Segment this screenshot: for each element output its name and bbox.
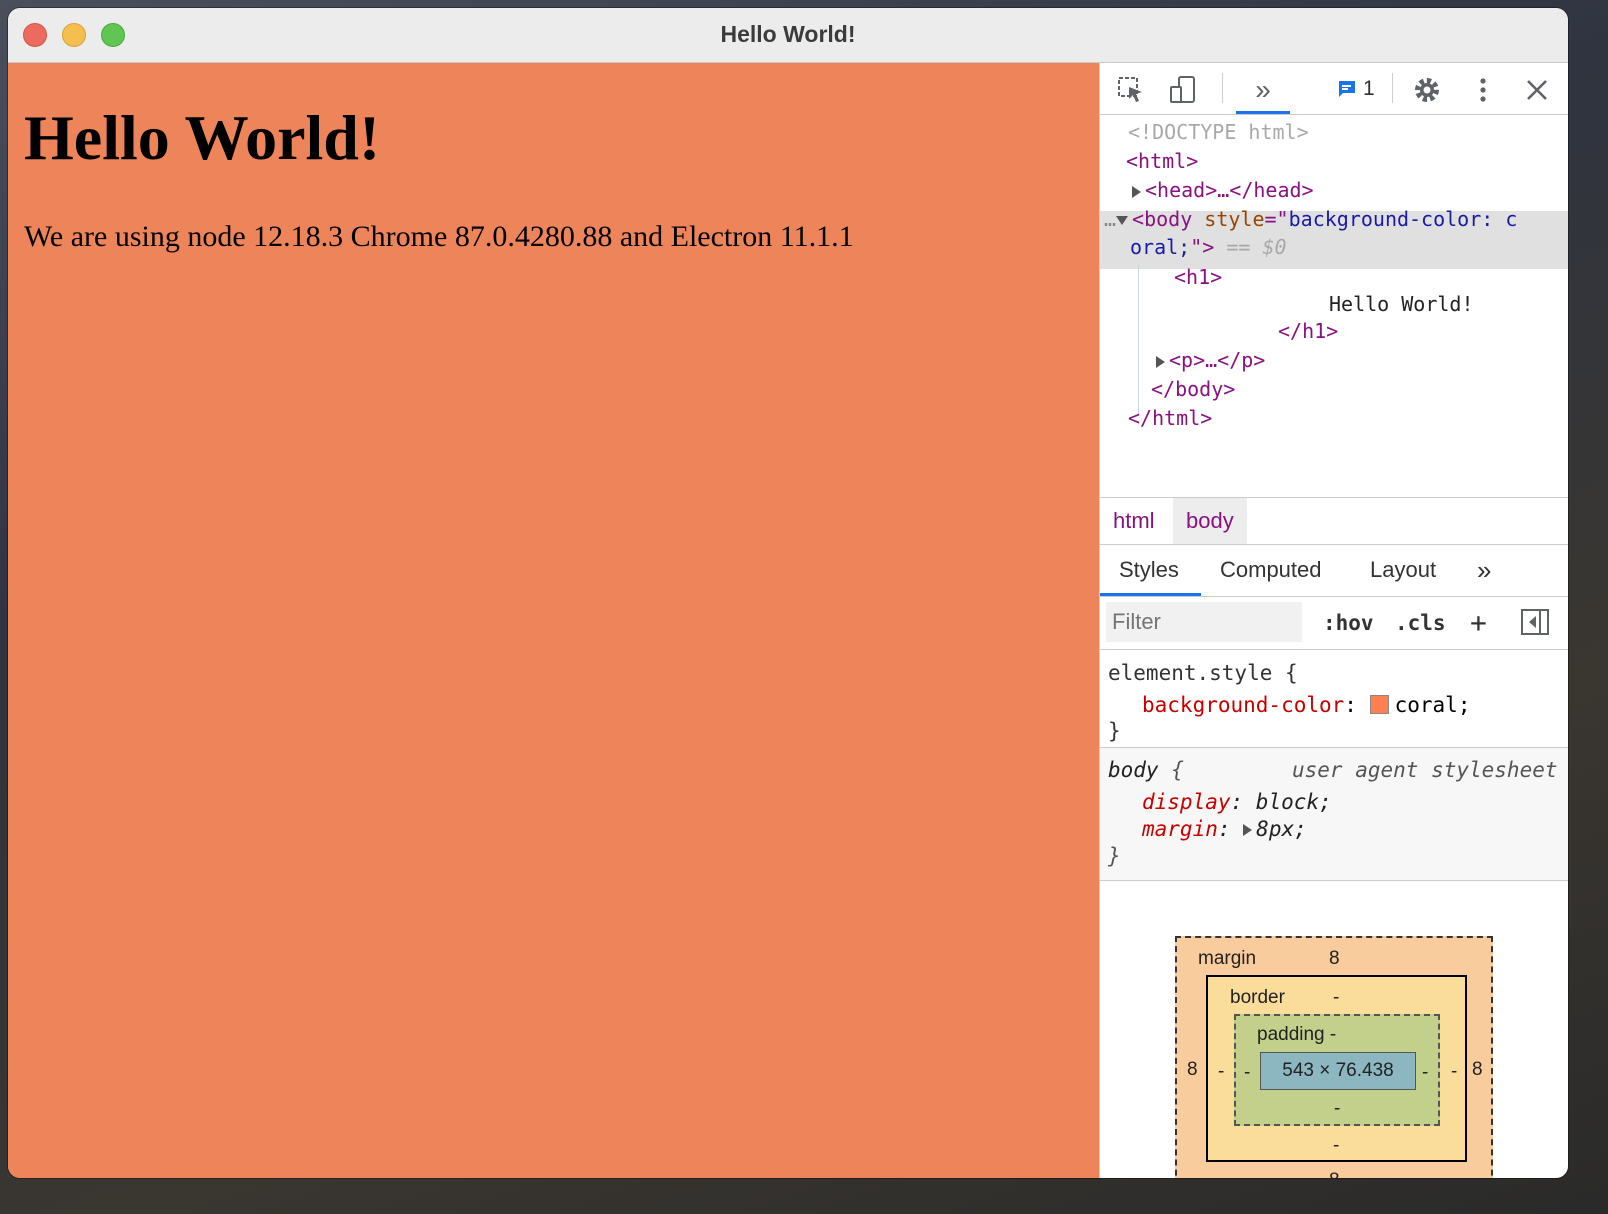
close-icon[interactable]: [1522, 75, 1552, 105]
dom-h1-open[interactable]: <h1>: [1174, 263, 1222, 291]
tab-styles[interactable]: Styles: [1119, 544, 1179, 596]
filter-input[interactable]: [1106, 602, 1302, 642]
title-bar: Hello World!: [8, 8, 1568, 63]
margin-right-value[interactable]: 8: [1472, 1059, 1483, 1081]
styles-filter-bar: :hov .cls +: [1100, 597, 1568, 650]
margin-left-value[interactable]: 8: [1187, 1059, 1198, 1081]
breadcrumb-html[interactable]: html: [1100, 498, 1168, 544]
box-model-padding: padding - - - - 543 × 76.438: [1234, 1014, 1440, 1126]
collapse-triangle-icon[interactable]: [1116, 216, 1129, 225]
margin-label: margin: [1198, 948, 1257, 969]
rule-selector: element.style {: [1108, 661, 1298, 685]
rule-close: }: [1108, 719, 1121, 743]
devtools-panel: » 1 <!DOCTYPE html> <html> <head>…</head…: [1099, 63, 1568, 1178]
expand-triangle-icon[interactable]: [1243, 824, 1253, 836]
border-label: border: [1230, 987, 1285, 1008]
margin-bottom-value[interactable]: 8: [1329, 1170, 1340, 1178]
hov-button[interactable]: :hov: [1323, 597, 1374, 649]
inspect-icon[interactable]: [1116, 75, 1146, 105]
dom-html-close[interactable]: </html>: [1128, 404, 1212, 432]
border-right-value[interactable]: -: [1451, 1061, 1457, 1083]
breadcrumb-body[interactable]: body: [1173, 498, 1247, 544]
dom-body-node[interactable]: … <body style="background-color: c: [1104, 205, 1517, 233]
dom-head-node[interactable]: <head>…</head>: [1132, 176, 1314, 204]
expand-triangle-icon[interactable]: [1156, 355, 1165, 368]
rule-declaration-margin: margin: 8px;: [1142, 817, 1307, 841]
elements-tree: <!DOCTYPE html> <html> <head>…</head> … <…: [1100, 115, 1568, 497]
padding-right-value[interactable]: -: [1422, 1062, 1428, 1084]
more-tabs-icon[interactable]: »: [1248, 74, 1278, 105]
breadcrumb: html body: [1100, 497, 1568, 545]
devtools-toolbar: » 1: [1100, 63, 1568, 115]
page-paragraph: We are using node 12.18.3 Chrome 87.0.42…: [24, 220, 854, 253]
color-swatch[interactable]: [1369, 695, 1389, 714]
border-top-value[interactable]: -: [1333, 987, 1339, 1009]
user-agent-body-rule: body { user agent stylesheet display: bl…: [1100, 748, 1568, 881]
toggle-sidebar-icon[interactable]: [1520, 607, 1550, 637]
margin-top-value[interactable]: 8: [1329, 948, 1340, 970]
tab-layout[interactable]: Layout: [1370, 544, 1436, 596]
message-count: 1: [1363, 77, 1375, 100]
rule-source[interactable]: user agent stylesheet: [1292, 756, 1558, 784]
app-window: Hello World! Hello World! We are using n…: [8, 8, 1568, 1178]
dom-body-close[interactable]: </body>: [1151, 375, 1235, 403]
box-model-border: border - - - - padding - - - - 543 × 76.…: [1206, 975, 1467, 1162]
expand-triangle-icon[interactable]: [1132, 185, 1141, 198]
box-model-content-size[interactable]: 543 × 76.438: [1260, 1052, 1416, 1090]
messages-icon: [1339, 81, 1355, 97]
padding-bottom-value[interactable]: -: [1334, 1098, 1340, 1120]
page-heading: Hello World!: [24, 102, 381, 173]
rule-close: }: [1108, 844, 1121, 868]
border-left-value[interactable]: -: [1218, 1061, 1224, 1083]
dom-h1-close[interactable]: </h1>: [1278, 317, 1338, 345]
box-model-margin: margin 8 8 8 8 border - - - - padding - …: [1175, 936, 1493, 1178]
device-toggle-icon[interactable]: [1168, 75, 1198, 105]
padding-label[interactable]: padding -: [1257, 1024, 1336, 1046]
dom-p-node[interactable]: <p>…</p>: [1156, 346, 1265, 374]
kebab-menu-icon[interactable]: [1468, 75, 1498, 105]
padding-left-value[interactable]: -: [1244, 1062, 1250, 1084]
element-style-rule: element.style { background-color: coral;…: [1100, 651, 1568, 748]
gear-icon[interactable]: [1412, 75, 1442, 105]
page-viewport: Hello World! We are using node 12.18.3 C…: [8, 63, 1099, 1178]
add-rule-button[interactable]: +: [1470, 597, 1487, 649]
tab-computed[interactable]: Computed: [1220, 544, 1322, 596]
window-title: Hello World!: [720, 21, 856, 47]
messages-counter[interactable]: 1: [1337, 76, 1375, 102]
styles-tabs: Styles Computed Layout »: [1100, 544, 1568, 597]
dom-body-node-continued[interactable]: oral;"> == $0: [1130, 233, 1287, 261]
dom-h1-text[interactable]: Hello World!: [1329, 290, 1474, 318]
border-bottom-value[interactable]: -: [1333, 1135, 1339, 1157]
dom-html-open[interactable]: <html>: [1126, 147, 1198, 175]
cls-button[interactable]: .cls: [1395, 597, 1446, 649]
more-tabs-icon[interactable]: »: [1477, 544, 1491, 596]
rule-declaration-display: display: block;: [1142, 790, 1332, 814]
rule-selector: body {: [1108, 758, 1184, 782]
dom-doctype[interactable]: <!DOCTYPE html>: [1128, 118, 1309, 146]
rule-declaration[interactable]: background-color: coral;: [1142, 691, 1470, 719]
